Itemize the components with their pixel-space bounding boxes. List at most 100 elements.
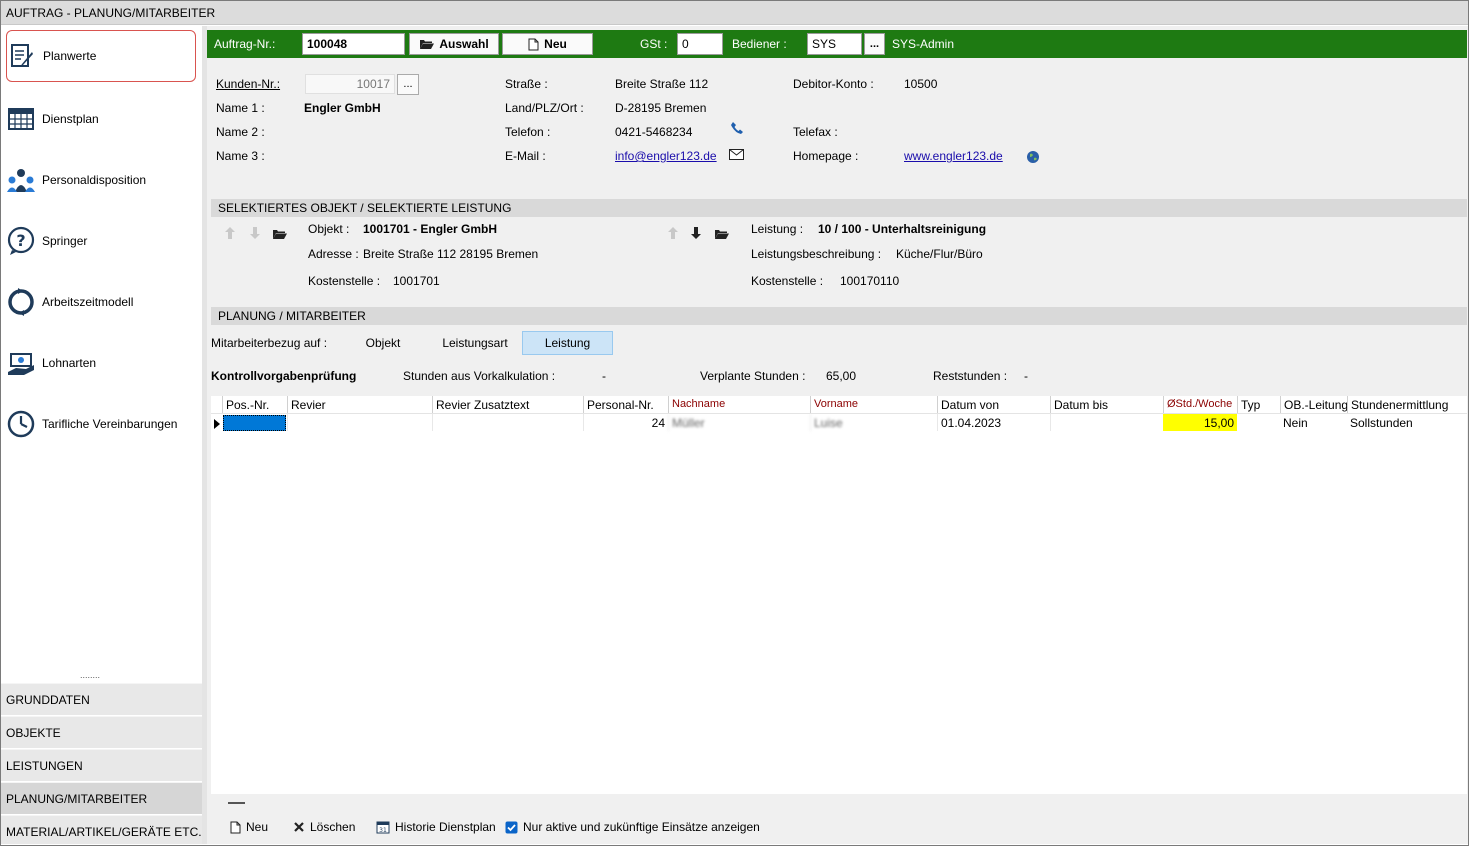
people-group-icon <box>6 165 36 195</box>
kontroll-label: Kontrollvorgabenprüfung <box>211 369 357 383</box>
folder-open-icon[interactable] <box>272 228 287 243</box>
vorname-cell[interactable]: Luise <box>810 414 937 431</box>
strasse-label: Straße : <box>505 77 548 91</box>
name3-label: Name 3 : <box>216 149 265 163</box>
loeschen-button[interactable]: Löschen <box>293 820 355 834</box>
telefax-label: Telefax : <box>793 125 838 139</box>
globe-icon[interactable] <box>1026 150 1040 167</box>
col-vorname[interactable]: Vorname <box>810 396 937 413</box>
bediener-browse-button[interactable]: ... <box>864 33 885 55</box>
rest-label: Reststunden : <box>933 369 1008 383</box>
arrow-down-icon[interactable] <box>690 226 702 243</box>
calendar-icon: 31 <box>376 820 390 834</box>
col-nachname[interactable]: Nachname <box>668 396 810 413</box>
neu-button[interactable]: Neu <box>502 33 593 55</box>
sidebar-item-label: Personaldisposition <box>42 173 147 187</box>
leistung-label: Leistung : <box>751 222 804 236</box>
sidebar-item-lohnarten[interactable]: Lohnarten <box>6 337 196 389</box>
sidebar-item-label: Tarifliche Vereinbarungen <box>42 417 178 431</box>
col-stundenermittlung[interactable]: Stundenermittlung <box>1347 396 1467 413</box>
sidebar-item-springer[interactable]: ? Springer <box>6 215 196 267</box>
revier-zusatz-cell[interactable] <box>432 414 583 431</box>
segment-leistungsart[interactable]: Leistungsart <box>432 331 518 355</box>
arrow-down-icon[interactable] <box>249 226 261 243</box>
document-edit-icon <box>7 41 37 71</box>
email-link[interactable]: info@engler123.de <box>615 149 717 163</box>
section-planung-mitarbeiter[interactable]: PLANUNG/MITARBEITER <box>1 782 202 814</box>
neu-toolbar-button[interactable]: Neu <box>230 820 268 834</box>
section-objekte[interactable]: OBJEKTE <box>1 716 202 748</box>
kunden-nr-label: Kunden-Nr.: <box>216 77 281 91</box>
pos-nr-cell[interactable] <box>223 415 286 431</box>
kunden-browse-button[interactable]: ... <box>397 74 419 95</box>
calendar-grid-icon <box>6 104 36 134</box>
segment-objekt[interactable]: Objekt <box>352 331 414 355</box>
toolbar-grip[interactable] <box>228 802 245 804</box>
neu-label: Neu <box>544 37 567 51</box>
col-datum-von[interactable]: Datum von <box>937 396 1050 413</box>
loeschen-label: Löschen <box>310 820 356 834</box>
adresse-value: Breite Straße 112 28195 Bremen <box>363 247 539 261</box>
col-ob-leitung[interactable]: OB.-Leitung <box>1280 396 1348 413</box>
historie-label: Historie Dienstplan <box>395 820 496 834</box>
col-std-woche[interactable]: ØStd./Woche <box>1163 396 1237 413</box>
sidebar-item-planwerte[interactable]: Planwerte <box>6 30 196 82</box>
segment-leistung[interactable]: Leistung <box>522 331 613 355</box>
sidebar-item-tarifliche-vereinbarungen[interactable]: Tarifliche Vereinbarungen <box>6 398 196 450</box>
auswahl-label: Auswahl <box>439 37 489 51</box>
auswahl-button[interactable]: Auswahl <box>409 33 499 55</box>
window-title: AUFTRAG - PLANUNG/MITARBEITER <box>1 1 1468 25</box>
sidebar-item-label: Planwerte <box>43 49 97 63</box>
debitor-label: Debitor-Konto : <box>793 77 874 91</box>
personal-nr-cell[interactable]: 24 <box>583 414 668 431</box>
folder-open-icon <box>419 38 435 50</box>
arrow-up-icon[interactable] <box>224 226 236 243</box>
col-typ[interactable]: Typ <box>1237 396 1280 413</box>
section-material[interactable]: MATERIAL/ARTIKEL/GERÄTE ETC. <box>1 815 202 844</box>
col-pos-nr[interactable]: Pos.-Nr. <box>222 396 287 413</box>
order-header-bar: Auftrag-Nr.: 100048 Auswahl Neu GSt : 0 … <box>207 30 1467 58</box>
sidebar-item-dienstplan[interactable]: Dienstplan <box>6 93 196 145</box>
auftrag-label: Auftrag-Nr.: <box>214 37 276 51</box>
section-leistungen[interactable]: LEISTUNGEN <box>1 749 202 781</box>
email-label: E-Mail : <box>505 149 546 163</box>
section-grunddaten[interactable]: GRUNDDATEN <box>1 683 202 715</box>
ob-leitung-cell[interactable]: Nein <box>1280 414 1347 431</box>
revier-cell[interactable] <box>287 414 432 431</box>
gst-input[interactable]: 0 <box>677 33 723 55</box>
table-row[interactable]: 24 Müller Luise 01.04.2023 15,00 Nein So… <box>211 414 1467 432</box>
std-woche-cell[interactable]: 15,00 <box>1163 414 1237 431</box>
objekt-value: 1001701 - Engler GmbH <box>363 222 498 236</box>
sidebar-item-arbeitszeitmodell[interactable]: Arbeitszeitmodell <box>6 276 196 328</box>
auftrag-input[interactable]: 100048 <box>302 33 405 55</box>
homepage-link[interactable]: www.engler123.de <box>904 149 1003 163</box>
historie-dienstplan-button[interactable]: 31 Historie Dienstplan <box>376 820 496 834</box>
phone-icon[interactable] <box>730 121 744 138</box>
verplant-value: 65,00 <box>826 369 857 383</box>
sidebar-item-personaldisposition[interactable]: Personaldisposition <box>6 154 196 206</box>
question-bubble-icon: ? <box>6 226 36 256</box>
nachname-cell[interactable]: Müller <box>668 414 810 431</box>
stundenermittlung-cell[interactable]: Sollstunden <box>1347 414 1467 431</box>
row-indicator-icon <box>214 418 220 432</box>
datum-bis-cell[interactable] <box>1050 414 1163 431</box>
verplant-label: Verplante Stunden : <box>700 369 806 383</box>
bediener-label: Bediener : <box>732 37 787 51</box>
datum-von-cell[interactable]: 01.04.2023 <box>937 414 1050 431</box>
sidebar-grip-handle[interactable]: ........ <box>80 670 120 680</box>
folder-open-icon[interactable] <box>714 228 729 243</box>
col-personal-nr[interactable]: Personal-Nr. <box>583 396 668 413</box>
col-datum-bis[interactable]: Datum bis <box>1050 396 1163 413</box>
aktive-einsaetze-checkbox[interactable]: Nur aktive und zukünftige Einsätze anzei… <box>505 820 760 834</box>
name2-label: Name 2 : <box>216 125 265 139</box>
checkbox-checked-icon <box>505 821 518 834</box>
arrow-up-icon[interactable] <box>667 226 679 243</box>
col-revier[interactable]: Revier <box>287 396 432 413</box>
envelope-icon[interactable] <box>729 149 744 163</box>
col-revier-zusatztext[interactable]: Revier Zusatztext <box>432 396 583 413</box>
land-label: Land/PLZ/Ort : <box>505 101 584 115</box>
employee-grid[interactable]: Pos.-Nr. Revier Revier Zusatztext Person… <box>211 396 1467 794</box>
typ-cell[interactable] <box>1237 414 1280 431</box>
bediener-input[interactable]: SYS <box>807 33 862 55</box>
kunden-nr-input[interactable]: 10017 <box>305 74 395 94</box>
